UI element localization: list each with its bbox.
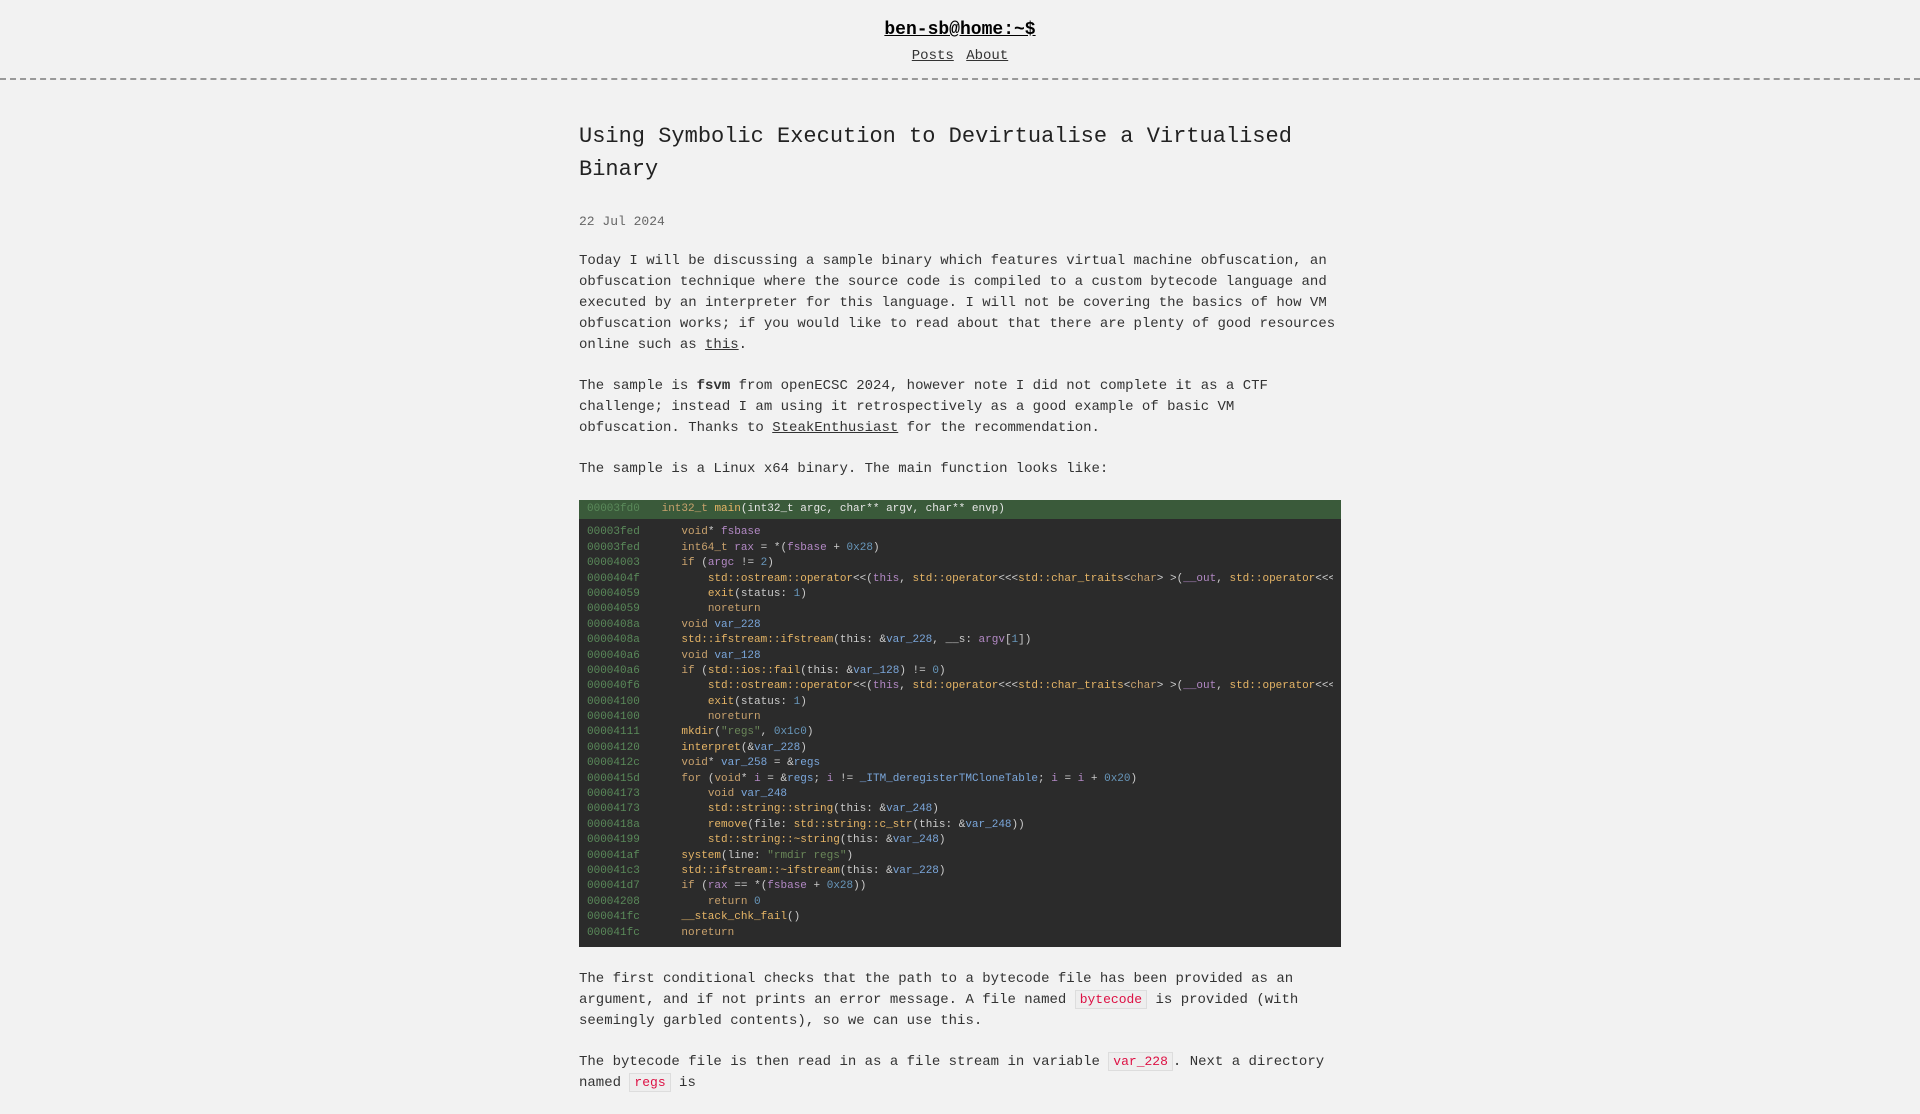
p1-text: Today I will be discussing a sample bina… <box>579 253 1335 353</box>
code-row: 000040a6 if (std::ios::fail(this: &var_1… <box>587 664 1333 679</box>
binary-paragraph: The sample is a Linux x64 binary. The ma… <box>579 459 1341 480</box>
code-body: 00003fed void* fsbase00003fed int64_t ra… <box>579 519 1341 947</box>
code-row: 000041af system(line: "rmdir regs") <box>587 849 1333 864</box>
code-row: 00004111 mkdir("regs", 0x1c0) <box>587 725 1333 740</box>
main-container: Using Symbolic Execution to Devirtualise… <box>579 80 1341 1094</box>
code-header: 00003fd0 int32_t main(int32_t argc, char… <box>579 500 1341 519</box>
p5-suffix: is <box>671 1075 696 1091</box>
conditional-paragraph: The first conditional checks that the pa… <box>579 969 1341 1032</box>
code-row: 0000418a remove(file: std::string::c_str… <box>587 818 1333 833</box>
intro-paragraph: Today I will be discussing a sample bina… <box>579 251 1341 356</box>
steakenthusiast-link[interactable]: SteakEnthusiast <box>772 420 898 436</box>
fsvm-bold: fsvm <box>697 378 731 394</box>
code-row: 0000408a void var_228 <box>587 618 1333 633</box>
code-row: 000041fc __stack_chk_fail() <box>587 910 1333 925</box>
code-row: 00004120 interpret(&var_228) <box>587 741 1333 756</box>
bytecode-file-paragraph: The bytecode file is then read in as a f… <box>579 1052 1341 1094</box>
site-title-link[interactable]: ben-sb@home:~$ <box>0 20 1920 40</box>
regs-inline-code: regs <box>629 1073 670 1092</box>
code-row: 00004100 noreturn <box>587 710 1333 725</box>
header-type: int32_t <box>662 503 708 515</box>
code-row: 00004208 return 0 <box>587 895 1333 910</box>
code-row: 00004199 std::string::~string(this: &var… <box>587 833 1333 848</box>
code-row: 0000408a std::ifstream::ifstream(this: &… <box>587 633 1333 648</box>
sample-paragraph: The sample is fsvm from openECSC 2024, h… <box>579 376 1341 439</box>
p2-suffix: for the recommendation. <box>898 420 1100 436</box>
code-row: 000041fc noreturn <box>587 926 1333 941</box>
code-row: 0000404f std::ostream::operator<<(this, … <box>587 572 1333 587</box>
code-row: 00004003 if (argc != 2) <box>587 556 1333 571</box>
this-link[interactable]: this <box>705 337 739 353</box>
code-row: 00004173 void var_248 <box>587 787 1333 802</box>
nav: Posts About <box>0 48 1920 64</box>
disassembly-code-block: 00003fd0 int32_t main(int32_t argc, char… <box>579 500 1341 947</box>
header-addr: 00003fd0 <box>587 502 655 517</box>
code-row: 00003fed int64_t rax = *(fsbase + 0x28) <box>587 541 1333 556</box>
p2-prefix: The sample is <box>579 378 697 394</box>
code-row: 000040f6 std::ostream::operator<<(this, … <box>587 679 1333 694</box>
header-params: (int32_t argc, char** argv, char** envp) <box>741 503 1005 515</box>
nav-about-link[interactable]: About <box>966 48 1008 64</box>
post-title: Using Symbolic Execution to Devirtualise… <box>579 120 1341 186</box>
post-date: 22 Jul 2024 <box>579 214 1341 229</box>
code-row: 00004059 noreturn <box>587 602 1333 617</box>
code-row: 000041c3 std::ifstream::~ifstream(this: … <box>587 864 1333 879</box>
code-row: 00003fed void* fsbase <box>587 525 1333 540</box>
code-row: 00004173 std::string::string(this: &var_… <box>587 802 1333 817</box>
bytecode-inline-code: bytecode <box>1075 990 1147 1009</box>
code-row: 0000415d for (void* i = &regs; i != _ITM… <box>587 772 1333 787</box>
code-row: 0000412c void* var_258 = &regs <box>587 756 1333 771</box>
code-row: 000040a6 void var_128 <box>587 649 1333 664</box>
header-func: main <box>714 503 740 515</box>
site-header: ben-sb@home:~$ Posts About <box>0 0 1920 80</box>
p1-suffix: . <box>739 337 747 353</box>
code-row: 00004059 exit(status: 1) <box>587 587 1333 602</box>
code-row: 000041d7 if (rax == *(fsbase + 0x28)) <box>587 879 1333 894</box>
nav-posts-link[interactable]: Posts <box>912 48 954 64</box>
p5-prefix: The bytecode file is then read in as a f… <box>579 1054 1108 1070</box>
code-row: 00004100 exit(status: 1) <box>587 695 1333 710</box>
var228-inline-code: var_228 <box>1108 1052 1173 1071</box>
post-body: Today I will be discussing a sample bina… <box>579 251 1341 1094</box>
